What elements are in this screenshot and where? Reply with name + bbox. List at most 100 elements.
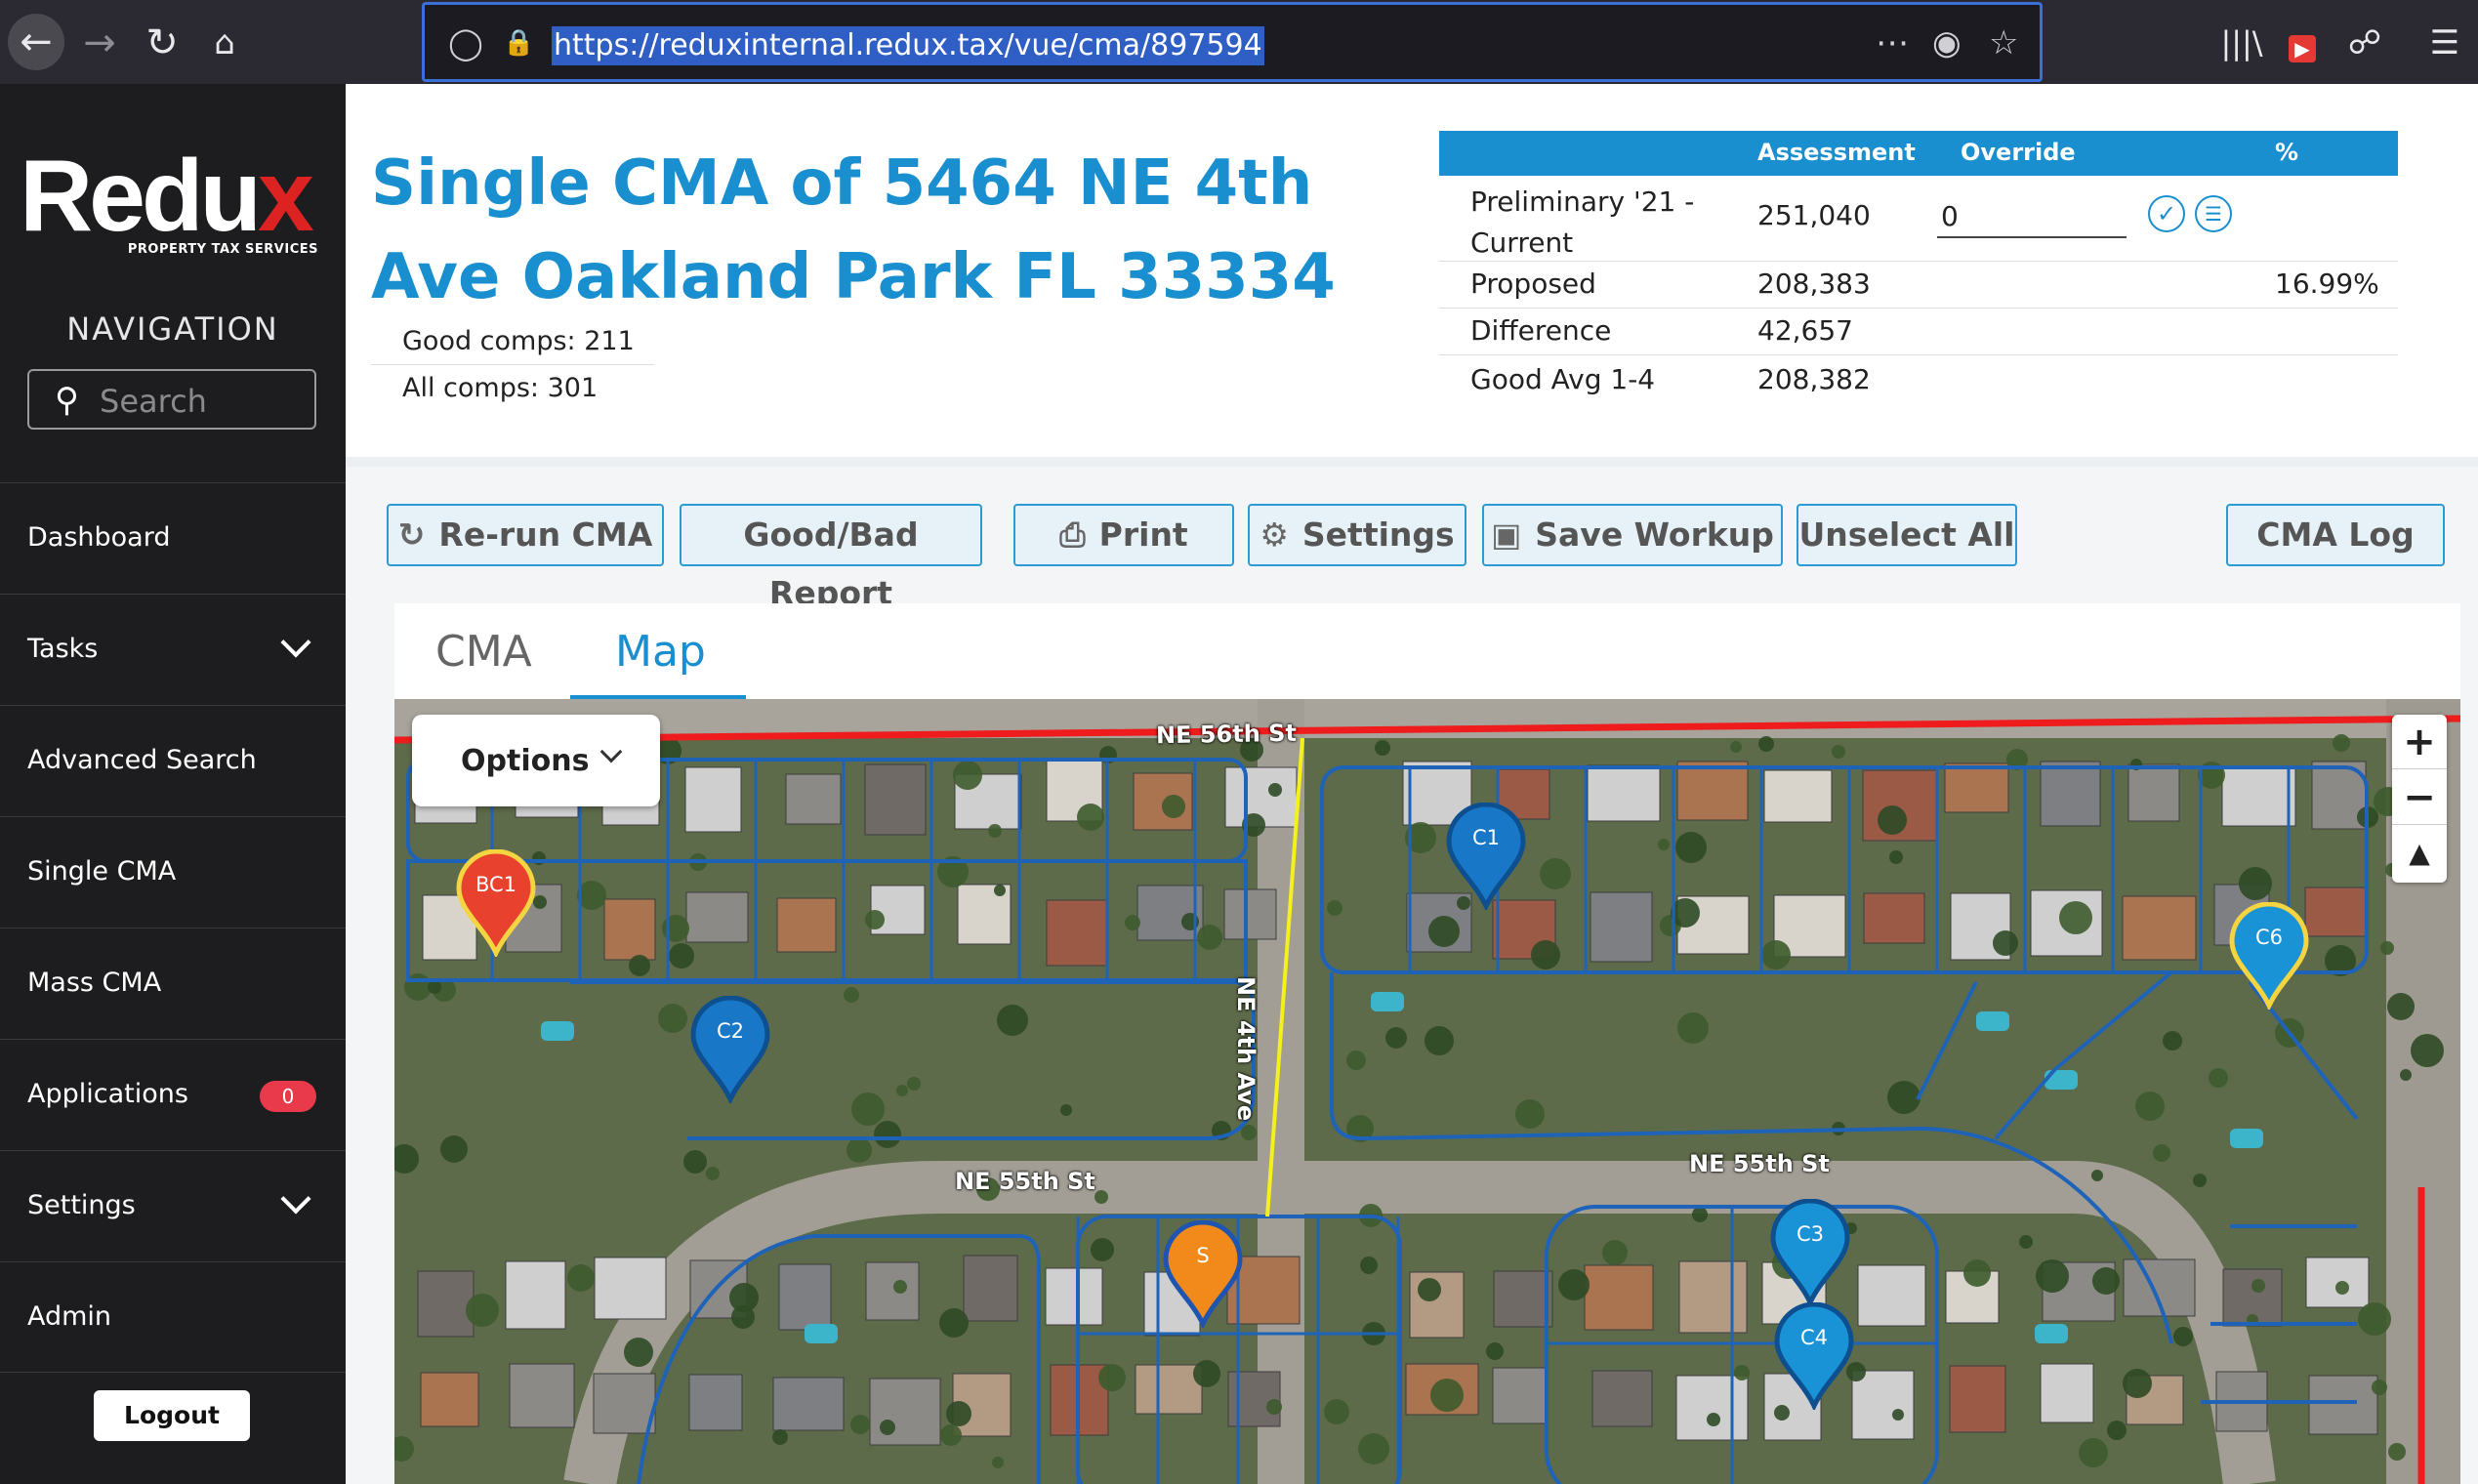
sidebar-item-label: Admin <box>27 1301 112 1332</box>
tree <box>1324 1399 1349 1424</box>
tree <box>624 1338 653 1367</box>
row-label: Proposed <box>1470 268 1596 300</box>
sidebar-item-applications[interactable]: Applications 0 <box>0 1039 346 1150</box>
house-roof <box>2040 761 2101 827</box>
house-roof <box>2122 895 2197 961</box>
tree <box>1878 805 1907 835</box>
check-icon[interactable]: ✓ <box>2148 195 2185 232</box>
database-icon[interactable]: ☰ <box>2195 195 2232 232</box>
table-row: Difference 42,657 <box>1439 309 2398 355</box>
tree <box>2173 1327 2193 1346</box>
reload-icon[interactable]: ↻ <box>137 18 187 68</box>
tree <box>2163 1031 2182 1051</box>
house-roof <box>1851 1370 1915 1440</box>
sidebar-item-dashboard[interactable]: Dashboard <box>0 482 346 594</box>
applications-count-badge: 0 <box>260 1081 316 1112</box>
override-input[interactable] <box>1937 195 2127 238</box>
house-roof <box>776 897 837 953</box>
map-pin-icon <box>1770 1199 1850 1306</box>
tree <box>1266 1399 1282 1415</box>
shield-icon[interactable]: ◯ <box>448 21 483 65</box>
cma-log-button[interactable]: CMA Log <box>2226 504 2445 566</box>
pocket-icon[interactable]: ◉ <box>1932 21 1962 65</box>
tab-cma[interactable]: CMA <box>435 627 532 677</box>
search-icon: ⚲ <box>55 381 79 420</box>
sidebar-item-settings[interactable]: Settings <box>0 1150 346 1261</box>
tree <box>567 1264 595 1292</box>
sidebar-search-input[interactable]: ⚲ Search <box>27 369 316 430</box>
compass-reset-button[interactable]: ▲ <box>2392 826 2447 881</box>
tree <box>2135 1092 2165 1121</box>
map-marker-c6[interactable]: C6 <box>2228 902 2310 1010</box>
library-icon[interactable]: |||\ <box>2216 18 2267 68</box>
forward-icon[interactable]: → <box>74 18 125 68</box>
url-bar[interactable]: ◯ 🔒 https://reduxinternal.redux.tax/vue/… <box>422 2 2043 82</box>
house-roof <box>869 1378 941 1446</box>
map-marker-bc1[interactable]: BC1 <box>455 849 537 957</box>
map-marker-c4[interactable]: C4 <box>1773 1302 1855 1410</box>
tree <box>1892 1409 1904 1421</box>
sync-icon[interactable]: ☍ <box>2339 18 2390 68</box>
tree <box>865 910 885 929</box>
navigation-heading: NAVIGATION <box>66 310 279 348</box>
house-roof <box>594 1257 667 1320</box>
page: { "browser": { "url": "https://reduxinte… <box>0 0 2478 1484</box>
row-assessment: 208,383 <box>1757 268 1871 300</box>
tree <box>2333 734 2350 752</box>
tree <box>844 987 859 1003</box>
zoom-in-button[interactable]: + <box>2392 715 2447 769</box>
sidebar-item-single-cma[interactable]: Single CMA <box>0 816 346 928</box>
house-roof <box>1492 1367 1548 1424</box>
house-roof <box>2127 763 2180 822</box>
rerun-cma-button[interactable]: ↻ Re-run CMA <box>387 504 664 566</box>
settings-button[interactable]: ⚙ Settings <box>1248 504 1466 566</box>
zoom-out-button[interactable]: − <box>2392 770 2447 825</box>
map-view[interactable]: NE 56th St NE 4th Ave NE 55th St NE 55th… <box>394 699 2460 1484</box>
bookmark-star-icon[interactable]: ☆ <box>1989 21 2018 65</box>
home-icon[interactable]: ⌂ <box>199 18 250 68</box>
menu-icon[interactable]: ☰ <box>2419 18 2470 68</box>
row-percent: 16.99% <box>2275 268 2379 300</box>
tree <box>658 1004 687 1033</box>
sidebar-item-admin[interactable]: Admin <box>0 1261 346 1373</box>
extension-icon[interactable]: ▶ <box>2277 18 2328 68</box>
back-icon[interactable]: ← <box>8 14 64 70</box>
url-text[interactable]: https://reduxinternal.redux.tax/vue/cma/… <box>552 26 1264 65</box>
lock-icon[interactable]: 🔒 <box>503 21 534 65</box>
tree <box>1707 1413 1720 1426</box>
more-actions-icon[interactable]: ⋯ <box>1876 21 1909 65</box>
map-marker-s[interactable]: S <box>1162 1220 1244 1328</box>
tree <box>1425 1026 1454 1055</box>
sidebar-item-mass-cma[interactable]: Mass CMA <box>0 928 346 1039</box>
tree <box>851 1092 885 1126</box>
sidebar-item-label: Dashboard <box>27 522 171 553</box>
override-column-header: Override <box>1961 139 2076 166</box>
good-bad-report-button[interactable]: Good/Bad Report <box>680 504 982 612</box>
save-workup-label: Save Workup <box>1535 515 1774 554</box>
house-roof <box>603 898 656 961</box>
tree <box>428 980 441 994</box>
house-roof <box>1675 1375 1749 1441</box>
sidebar-item-tasks[interactable]: Tasks <box>0 594 346 705</box>
pool <box>541 1021 574 1041</box>
tab-map[interactable]: Map <box>615 627 706 677</box>
map-options-button[interactable]: Options <box>412 715 660 806</box>
map-marker-c2[interactable]: C2 <box>689 996 771 1103</box>
house-roof <box>1857 1264 1926 1327</box>
tree <box>953 761 982 790</box>
map-marker-c1[interactable]: C1 <box>1445 803 1527 910</box>
tree <box>1385 1027 1407 1049</box>
tree <box>1889 850 1903 864</box>
tree <box>2335 1281 2349 1295</box>
sidebar-item-advanced-search[interactable]: Advanced Search <box>0 705 346 816</box>
tree <box>1515 1099 1545 1129</box>
tree <box>669 943 694 969</box>
save-workup-button[interactable]: ▣ Save Workup <box>1482 504 1783 566</box>
print-button[interactable]: ⎙ Print <box>1013 504 1234 566</box>
map-marker-c3[interactable]: C3 <box>1769 1199 1851 1306</box>
unselect-all-button[interactable]: Unselect All <box>1797 504 2017 566</box>
redux-logo[interactable]: Redux PROPERTY TAX SERVICES <box>20 143 332 260</box>
house-roof <box>2040 1363 2094 1423</box>
tree <box>1418 1278 1441 1301</box>
logout-button[interactable]: Logout <box>94 1390 250 1441</box>
